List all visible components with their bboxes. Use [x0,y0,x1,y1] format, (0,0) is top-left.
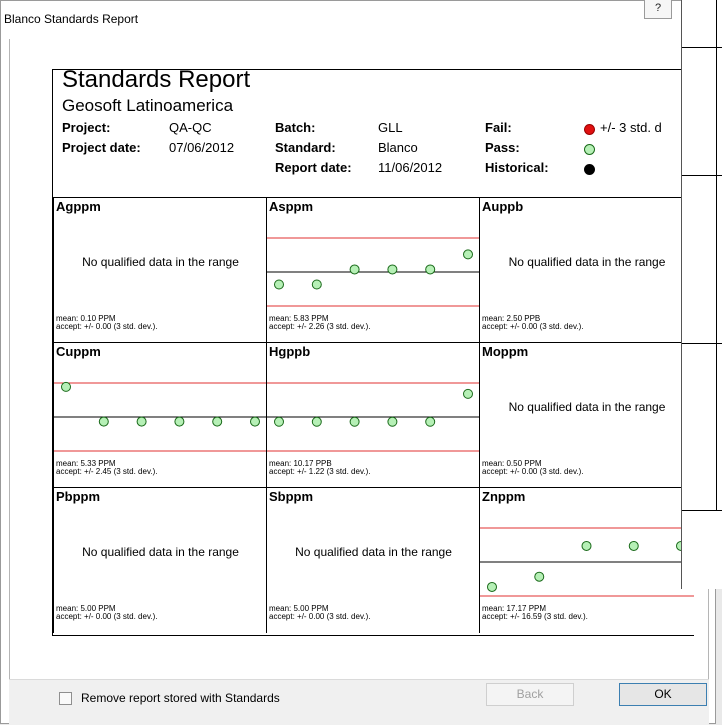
accept-text: accept: +/- 0.00 (3 std. dev.). [482,322,584,331]
background-window-rule [682,510,722,511]
data-point [349,264,360,275]
ok-button[interactable]: OK [619,683,707,706]
historical-marker [584,164,595,175]
pass-marker [584,144,595,155]
standards-report: Standards Report Geosoft Latinoamerica P… [52,66,694,636]
report-title: Standards Report [62,66,251,93]
no-data-message: No qualified data in the range [508,255,666,269]
help-button[interactable]: ? [644,0,672,19]
company-name: Geosoft Latinoamerica [62,96,234,115]
remove-report-checkbox[interactable] [59,692,72,705]
report-date-label: Report date: [275,160,352,175]
fail-text: +/- 3 std. d [600,120,662,135]
report-date-value: 11/06/2012 [378,160,443,175]
data-point [274,416,284,427]
data-point [349,416,360,427]
title-bar: Blanco Standards Report ? [1,0,715,39]
background-window-rule [682,175,722,176]
background-window-rule [682,47,722,48]
project-date-value: 07/06/2012 [169,140,235,155]
data-point [425,416,436,427]
data-point [387,264,398,275]
chart-cell-cuppm: Cuppm mean: 5.33 PPM accept: +/- 2.45 (3 s… [53,342,267,488]
window-title: Blanco Standards Report [4,12,139,26]
accept-text: accept: +/- 16.59 (3 std. dev.). [482,612,588,621]
element-charts-grid: Agppm No qualified data in the range mean:… [53,197,694,634]
accept-text: accept: +/- 2.26 (3 std. dev.). [269,322,371,331]
batch-label: Batch: [275,120,316,135]
chart-cell-hgppb: Hgppb mean: 10.17 PPB accept: +/- 1.22 (3 … [266,342,480,488]
chart-title: Pbppm [56,489,101,504]
chart-cell-znppm: Znppm mean: 17.17 PPM accept: +/- 16.59 (3… [479,487,694,633]
data-point [212,416,223,427]
no-data-message: No qualified data in the range [82,255,239,269]
accept-text: accept: +/- 0.00 (3 std. dev.). [56,612,158,621]
standard-label: Standard: [275,140,336,155]
accept-text: accept: +/- 0.00 (3 std. dev.). [482,467,584,476]
background-window-rule [682,343,722,344]
background-window-border [716,0,717,510]
chart-cell-sbppm: Sbppm No qualified data in the range mean:… [266,487,480,633]
chart-title: Agppm [56,199,101,214]
data-point [136,416,147,427]
standards-report-dialog: Blanco Standards Report ? Standards Repo… [0,0,716,725]
back-button[interactable]: Back [486,683,574,706]
chart-title: Moppm [482,344,529,359]
project-date-label: Project date: [62,140,141,155]
data-point [250,416,260,427]
chart-title: Sbppm [269,489,314,504]
chart-cell-moppm: Moppm No qualified data in the range mean:… [479,342,694,488]
data-point [98,416,109,427]
data-point [581,540,592,551]
dialog-footer: Remove report stored with Standards Back… [9,679,709,725]
data-point [463,249,473,260]
chart-cell-asppm: Asppm mean: 5.83 PPM accept: +/- 2.26 (3 s… [266,197,480,343]
data-point [425,264,436,275]
accept-text: accept: +/- 0.00 (3 std. dev.). [269,612,371,621]
fail-marker [584,124,595,135]
chart-cell-agppm: Agppm No qualified data in the range mean:… [53,197,267,343]
project-label: Project: [62,120,111,135]
accept-text: accept: +/- 1.22 (3 std. dev.). [269,467,371,476]
batch-value: GLL [378,120,403,135]
accept-text: accept: +/- 2.45 (3 std. dev.). [56,467,158,476]
data-point [174,416,185,427]
project-value: QA-QC [169,120,212,135]
data-point [487,581,497,592]
data-point [628,540,639,551]
no-data-message: No qualified data in the range [295,545,452,559]
data-point [311,279,322,290]
chart-cell-pbppm: Pbppm No qualified data in the range mean:… [53,487,267,633]
pass-label: Pass: [485,140,520,155]
no-data-message: No qualified data in the range [82,545,239,559]
chart-cell-auppb: Auppb No qualified data in the range mean:… [479,197,694,343]
data-point [387,416,398,427]
chart-title: Auppb [482,199,524,214]
no-data-message: No qualified data in the range [508,400,666,414]
remove-report-label[interactable]: Remove report stored with Standards [81,691,280,705]
standard-value: Blanco [378,140,418,155]
background-window [681,0,722,589]
data-point [463,388,473,399]
data-point [274,279,284,290]
fail-label: Fail: [485,120,512,135]
data-point [311,416,322,427]
data-point [534,571,545,582]
data-point [61,381,71,392]
accept-text: accept: +/- 0.00 (3 std. dev.). [56,322,158,331]
historical-label: Historical: [485,160,549,175]
